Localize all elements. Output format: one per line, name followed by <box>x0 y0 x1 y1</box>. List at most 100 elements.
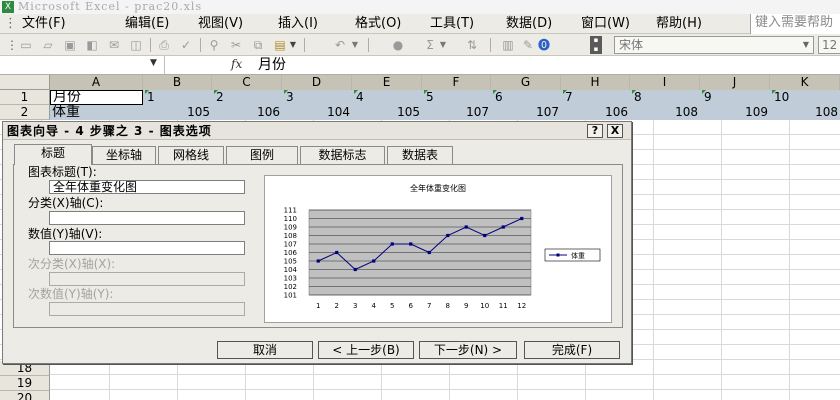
cell-h1[interactable]: 7 <box>563 90 630 105</box>
function-icon[interactable]: fx <box>231 57 242 71</box>
font-size-select[interactable]: 12 <box>818 36 840 54</box>
x-tick-label: 5 <box>390 302 394 310</box>
menu-file[interactable]: 文件(F) <box>22 16 66 32</box>
new-icon[interactable]: ▭ <box>18 37 34 53</box>
column-header-h[interactable]: H <box>561 75 630 90</box>
select-all-corner[interactable] <box>0 75 50 90</box>
column-header-g[interactable]: G <box>491 75 561 90</box>
spelling-icon[interactable]: ✓ <box>178 37 194 53</box>
tab-data-table[interactable]: 数据表 <box>387 146 453 164</box>
help-icon[interactable]: ⓿ <box>536 37 552 53</box>
copy-icon[interactable]: ⧉ <box>250 37 266 53</box>
column-header-i[interactable]: I <box>630 75 700 90</box>
menu-data[interactable]: 数据(D) <box>506 16 552 32</box>
cell-c2[interactable]: 106 <box>212 105 282 120</box>
cell-g2[interactable]: 107 <box>491 105 561 120</box>
research-icon[interactable]: ⚲ <box>206 37 222 53</box>
chevron-down-icon[interactable]: ▼ <box>799 37 813 53</box>
cell-g1[interactable]: 6 <box>493 90 561 105</box>
row-header-1[interactable]: 1 <box>0 90 50 105</box>
tab-legend[interactable]: 图例 <box>226 146 298 164</box>
help-button[interactable]: ? <box>587 124 603 138</box>
paste-dropdown-icon[interactable]: ▼ <box>288 37 298 53</box>
x-tick-label: 1 <box>316 302 320 310</box>
hyperlink-icon[interactable]: ● <box>390 37 406 53</box>
cell-c1[interactable]: 2 <box>214 90 282 105</box>
x-tick-label: 4 <box>372 302 377 310</box>
paste-icon[interactable]: ▤ <box>272 37 288 53</box>
cell-f1[interactable]: 5 <box>424 90 491 105</box>
cell-b1[interactable]: 1 <box>145 90 212 105</box>
menu-tools[interactable]: 工具(T) <box>430 16 474 32</box>
cell-a1[interactable]: 月份 <box>50 90 143 105</box>
print-icon[interactable]: ⎙ <box>156 37 172 53</box>
permission-icon[interactable]: ◧ <box>84 37 100 53</box>
back-button[interactable]: < 上一步(B) <box>318 341 414 359</box>
finish-button[interactable]: 完成(F) <box>524 341 620 359</box>
chart-wizard-icon[interactable]: ▥ <box>500 37 516 53</box>
sort-ascending-icon[interactable]: ⇅ <box>464 37 480 53</box>
cell-d1[interactable]: 3 <box>284 90 352 105</box>
cell-h2[interactable]: 106 <box>561 105 630 120</box>
chevron-down-icon[interactable]: ▼ <box>150 58 157 68</box>
next-button[interactable]: 下一步(N) > <box>419 341 517 359</box>
autosum-dropdown-icon[interactable]: ▼ <box>438 37 448 53</box>
chart-preview: 全年体重变化图 101 102 103 104 105 106 107 108 109 110 111… <box>264 175 612 323</box>
cell-j2[interactable]: 109 <box>700 105 770 120</box>
data-point <box>353 267 357 272</box>
cell-j1[interactable]: 9 <box>702 90 770 105</box>
menu-insert[interactable]: 插入(I) <box>278 16 318 32</box>
row-header-2[interactable]: 2 <box>0 105 50 120</box>
cell-e2[interactable]: 105 <box>352 105 422 120</box>
column-header-d[interactable]: D <box>282 75 352 90</box>
cell-a2[interactable]: 体重 <box>52 105 143 120</box>
email-icon[interactable]: ✉ <box>106 37 122 53</box>
tab-data-labels[interactable]: 数据标志 <box>300 146 385 164</box>
font-name-select[interactable]: 宋体 ▼ <box>614 36 814 54</box>
column-header-j[interactable]: J <box>700 75 770 90</box>
row-header-20[interactable]: 20 <box>0 391 50 400</box>
formula-input[interactable]: 月份 <box>258 56 286 74</box>
name-box[interactable]: ▼ <box>0 56 165 74</box>
print-preview-icon[interactable]: ◫ <box>128 37 144 53</box>
menu-view[interactable]: 视图(V) <box>198 16 243 32</box>
tab-gridlines[interactable]: 网格线 <box>158 146 224 164</box>
cell-e1[interactable]: 4 <box>354 90 422 105</box>
cell-i2[interactable]: 108 <box>630 105 700 120</box>
undo-icon[interactable]: ↶ <box>332 37 348 53</box>
menu-help[interactable]: 帮助(H) <box>656 16 702 32</box>
category-x-axis-input[interactable] <box>49 211 245 225</box>
column-header-b[interactable]: B <box>143 75 212 90</box>
cancel-button[interactable]: 取消 <box>217 341 313 359</box>
tab-axes[interactable]: 坐标轴 <box>92 146 156 164</box>
x-tick-label: 11 <box>499 302 508 310</box>
cell-b2[interactable]: 105 <box>143 105 212 120</box>
row-header-19[interactable]: 19 <box>0 376 50 391</box>
toolbar-options-icon[interactable]: ▪ ▪ <box>590 36 602 54</box>
menu-edit[interactable]: 编辑(E) <box>125 16 169 32</box>
column-header-k[interactable]: K <box>770 75 840 90</box>
y-tick-label: 111 <box>284 207 297 215</box>
save-icon[interactable]: ▣ <box>62 37 78 53</box>
open-icon[interactable]: ▱ <box>40 37 56 53</box>
cell-k1[interactable]: 10 <box>772 90 840 105</box>
tab-titles[interactable]: 标题 <box>14 144 92 165</box>
value-y-axis-input[interactable] <box>49 241 245 255</box>
column-header-a[interactable]: A <box>50 75 143 90</box>
cell-i1[interactable]: 8 <box>632 90 700 105</box>
column-header-c[interactable]: C <box>212 75 282 90</box>
cell-d2[interactable]: 104 <box>282 105 352 120</box>
cell-k2[interactable]: 108 <box>770 105 840 120</box>
close-button[interactable]: X <box>607 124 623 138</box>
autosum-icon[interactable]: Σ <box>422 37 438 53</box>
cell-f2[interactable]: 107 <box>422 105 491 120</box>
cut-icon[interactable]: ✂ <box>228 37 244 53</box>
chart-title-input[interactable]: 全年体重变化图 <box>49 180 245 194</box>
help-search-input[interactable]: 键入需要帮助 <box>750 14 840 34</box>
column-header-e[interactable]: E <box>352 75 422 90</box>
menu-format[interactable]: 格式(O) <box>355 16 401 32</box>
undo-dropdown-icon[interactable]: ▼ <box>350 37 360 53</box>
menu-window[interactable]: 窗口(W) <box>581 16 630 32</box>
column-header-f[interactable]: F <box>422 75 491 90</box>
drawing-icon[interactable]: ✎ <box>520 37 536 53</box>
